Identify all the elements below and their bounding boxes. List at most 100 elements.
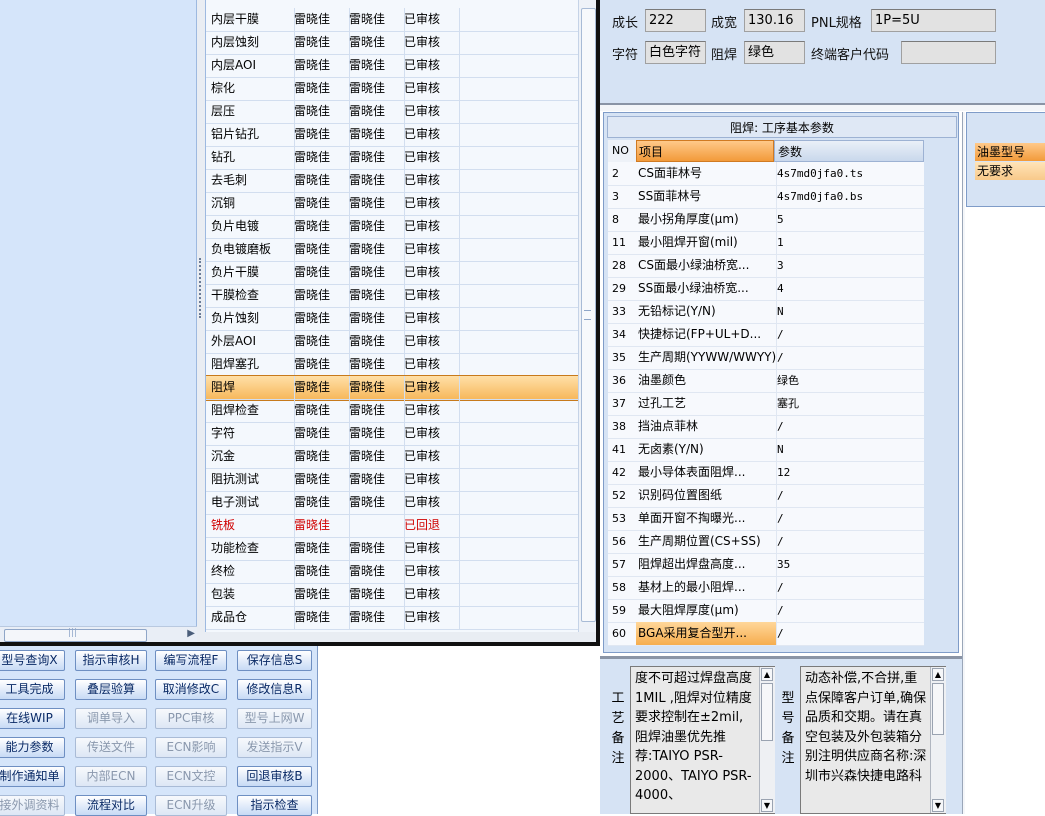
process-row[interactable]: 阻焊 雷晓佳 雷晓佳 已审核 bbox=[206, 375, 578, 401]
parameter-row[interactable]: 37 过孔工艺 塞孔 bbox=[608, 392, 924, 416]
parameter-row[interactable]: 57 阻焊超出焊盘高度... 35 bbox=[608, 553, 924, 577]
ink-model-header[interactable]: 油墨型号 bbox=[975, 143, 1045, 161]
process-row[interactable]: 内层AOI 雷晓佳 雷晓佳 已审核 bbox=[206, 54, 578, 78]
process-row[interactable]: 负片干膜 雷晓佳 雷晓佳 已审核 bbox=[206, 261, 578, 285]
parameter-row[interactable]: 53 单面开窗不掏曝光... / bbox=[608, 507, 924, 531]
process-row[interactable]: 字符 雷晓佳 雷晓佳 已审核 bbox=[206, 422, 578, 446]
scroll-right-icon[interactable]: ▶ bbox=[187, 628, 195, 639]
action-button[interactable]: 修改信息R bbox=[237, 679, 312, 700]
action-button[interactable]: 回退审核B bbox=[237, 766, 312, 787]
parameter-row[interactable]: 56 生产周期位置(CS+SS) / bbox=[608, 530, 924, 554]
action-button[interactable]: 型号查询X bbox=[0, 650, 65, 671]
ink-model-value[interactable]: 无要求 bbox=[975, 162, 1045, 180]
process-row[interactable]: 功能检查 雷晓佳 雷晓佳 已审核 bbox=[206, 537, 578, 561]
process-row[interactable]: 负电镀磨板 雷晓佳 雷晓佳 已审核 bbox=[206, 238, 578, 262]
char-field[interactable]: 白色字符 bbox=[645, 41, 706, 64]
process-row[interactable]: 包装 雷晓佳 雷晓佳 已审核 bbox=[206, 583, 578, 607]
scrollbar-thumb[interactable] bbox=[932, 683, 944, 735]
process-row[interactable]: 外层AOI 雷晓佳 雷晓佳 已审核 bbox=[206, 330, 578, 354]
action-button[interactable]: 流程对比 bbox=[75, 795, 147, 816]
left-pane-horizontal-scrollbar[interactable]: ||| ▶ bbox=[0, 626, 197, 642]
process-row[interactable]: 阻抗测试 雷晓佳 雷晓佳 已审核 bbox=[206, 468, 578, 492]
parameter-row[interactable]: 29 SS面最小绿油桥宽... 4 bbox=[608, 277, 924, 301]
action-button[interactable]: 能力参数 bbox=[0, 737, 65, 758]
parameter-row[interactable]: 42 最小导体表面阻焊... 12 bbox=[608, 461, 924, 485]
pnl-spec-field[interactable]: 1P=5U bbox=[871, 9, 996, 32]
parameter-row[interactable]: 38 挡油点菲林 / bbox=[608, 415, 924, 439]
action-button[interactable]: 传送文件 bbox=[75, 737, 147, 758]
process-remarks-textbox[interactable]: 度不可超过焊盘高度1MIL ,阻焊对位精度要求控制在±2mil,阻焊油墨优先推荐… bbox=[630, 666, 775, 814]
parameter-value-cell: / bbox=[777, 581, 784, 594]
action-button[interactable]: 指示审核H bbox=[75, 650, 147, 671]
action-button[interactable]: ECN升级 bbox=[155, 795, 227, 816]
process-row[interactable]: 阻焊塞孔 雷晓佳 雷晓佳 已审核 bbox=[206, 353, 578, 377]
process-row[interactable]: 干膜检查 雷晓佳 雷晓佳 已审核 bbox=[206, 284, 578, 308]
action-button[interactable]: 接外调资料 bbox=[0, 795, 65, 816]
scroll-down-icon[interactable]: ▼ bbox=[932, 799, 944, 812]
pane-splitter[interactable] bbox=[197, 0, 205, 642]
action-button[interactable]: 工具完成 bbox=[0, 679, 65, 700]
parameter-row[interactable]: 28 CS面最小绿油桥宽... 3 bbox=[608, 254, 924, 278]
process-row[interactable]: 去毛刺 雷晓佳 雷晓佳 已审核 bbox=[206, 169, 578, 193]
process-row[interactable]: 沉铜 雷晓佳 雷晓佳 已审核 bbox=[206, 192, 578, 216]
process-row[interactable]: 层压 雷晓佳 雷晓佳 已审核 bbox=[206, 100, 578, 124]
parameter-row[interactable]: 3 SS面菲林号 4s7md0jfa0.bs bbox=[608, 185, 924, 209]
action-button[interactable]: ECN文控 bbox=[155, 766, 227, 787]
scroll-down-icon[interactable]: ▼ bbox=[761, 799, 773, 812]
parameter-row[interactable]: 52 识别码位置图纸 / bbox=[608, 484, 924, 508]
process-row[interactable]: 负片蚀刻 雷晓佳 雷晓佳 已审核 bbox=[206, 307, 578, 331]
reviewer-cell: 雷晓佳 bbox=[344, 54, 405, 77]
process-row[interactable]: 终检 雷晓佳 雷晓佳 已审核 bbox=[206, 560, 578, 584]
process-row[interactable]: 棕化 雷晓佳 雷晓佳 已审核 bbox=[206, 77, 578, 101]
action-button[interactable]: 叠层验算 bbox=[75, 679, 147, 700]
parameter-row[interactable]: 35 生产周期(YYWW/WWYY) / bbox=[608, 346, 924, 370]
parameter-row[interactable]: 34 快捷标记(FP+UL+D... / bbox=[608, 323, 924, 347]
action-button[interactable]: 发送指示V bbox=[237, 737, 312, 758]
parameter-row[interactable]: 41 无卤素(Y/N) N bbox=[608, 438, 924, 462]
action-button[interactable]: 取消修改C bbox=[155, 679, 227, 700]
model-remarks-scrollbar[interactable]: ▲ ▼ bbox=[930, 667, 946, 813]
process-row[interactable]: 阻焊检查 雷晓佳 雷晓佳 已审核 bbox=[206, 399, 578, 423]
scroll-up-icon[interactable]: ▲ bbox=[932, 668, 944, 681]
process-remarks-scrollbar[interactable]: ▲ ▼ bbox=[759, 667, 775, 813]
action-button[interactable]: 编写流程F bbox=[155, 650, 227, 671]
action-button[interactable]: ECN影响 bbox=[155, 737, 227, 758]
parameter-row[interactable]: 8 最小拐角厚度(μm) 5 bbox=[608, 208, 924, 232]
process-row[interactable]: 钻孔 雷晓佳 雷晓佳 已审核 bbox=[206, 146, 578, 170]
action-button[interactable]: 调单导入 bbox=[75, 708, 147, 729]
parameter-row[interactable]: 33 无铅标记(Y/N) N bbox=[608, 300, 924, 324]
customer-code-field[interactable] bbox=[901, 41, 996, 64]
action-button[interactable]: 在线WIP bbox=[0, 708, 65, 729]
action-button[interactable]: 保存信息S bbox=[237, 650, 312, 671]
action-button[interactable]: 内部ECN bbox=[75, 766, 147, 787]
action-button[interactable]: 型号上网W bbox=[237, 708, 312, 729]
scrollbar-thumb[interactable] bbox=[761, 683, 773, 741]
process-row[interactable]: 电子测试 雷晓佳 雷晓佳 已审核 bbox=[206, 491, 578, 515]
process-row[interactable]: 内层蚀刻 雷晓佳 雷晓佳 已审核 bbox=[206, 31, 578, 55]
process-row[interactable]: 沉金 雷晓佳 雷晓佳 已审核 bbox=[206, 445, 578, 469]
scroll-up-icon[interactable]: ▲ bbox=[761, 668, 773, 681]
parameter-row[interactable]: 60 BGA采用复合型开... / bbox=[608, 622, 924, 646]
process-name-cell: 成品仓 bbox=[206, 606, 295, 629]
parameter-row[interactable]: 2 CS面菲林号 4s7md0jfa0.ts bbox=[608, 162, 924, 186]
model-remarks-textbox[interactable]: 动态补偿,不合拼,重点保障客户订单,确保品质和交期。请在真空包装及外包装箱分别注… bbox=[800, 666, 946, 814]
process-name-cell: 字符 bbox=[206, 422, 295, 445]
process-grid-vertical-scrollbar[interactable] bbox=[578, 0, 596, 632]
action-button[interactable]: PPC审核 bbox=[155, 708, 227, 729]
column-header-item[interactable]: 项目 bbox=[636, 140, 774, 162]
parameter-row[interactable]: 36 油墨颜色 绿色 bbox=[608, 369, 924, 393]
process-row[interactable]: 铝片钻孔 雷晓佳 雷晓佳 已审核 bbox=[206, 123, 578, 147]
process-row[interactable]: 负片电镀 雷晓佳 雷晓佳 已审核 bbox=[206, 215, 578, 239]
process-row[interactable]: 成品仓 雷晓佳 雷晓佳 已审核 bbox=[206, 606, 578, 630]
length-field[interactable]: 222 bbox=[645, 9, 706, 32]
solder-mask-field[interactable]: 绿色 bbox=[744, 41, 805, 64]
width-field[interactable]: 130.16 bbox=[744, 9, 805, 32]
action-button[interactable]: 制作通知单 bbox=[0, 766, 65, 787]
process-row[interactable]: 铣板 雷晓佳 已回退 bbox=[206, 514, 578, 538]
parameter-row[interactable]: 11 最小阻焊开窗(mil) 1 bbox=[608, 231, 924, 255]
column-header-value[interactable]: 参数 bbox=[774, 140, 924, 162]
process-row[interactable]: 内层干膜 雷晓佳 雷晓佳 已审核 bbox=[206, 8, 578, 32]
action-button[interactable]: 指示检查 bbox=[237, 795, 312, 816]
parameter-row[interactable]: 59 最大阻焊厚度(μm) / bbox=[608, 599, 924, 623]
parameter-row[interactable]: 58 基材上的最小阻焊... / bbox=[608, 576, 924, 600]
